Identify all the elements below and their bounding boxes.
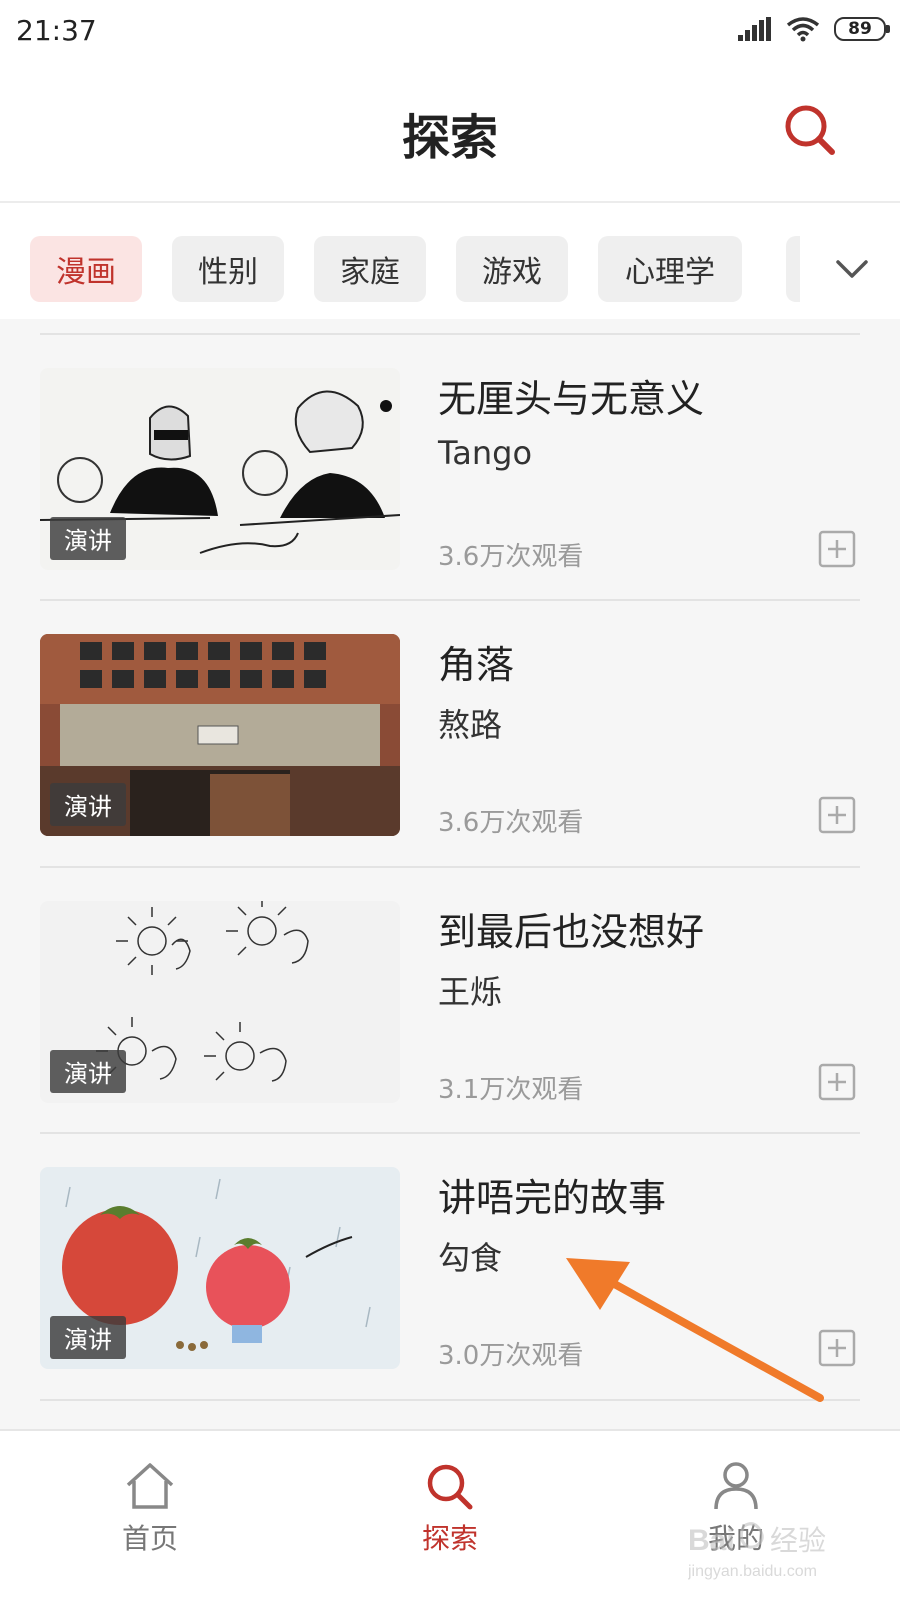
page-title: 探索 (401, 110, 498, 166)
svg-text:经验: 经验 (770, 1524, 826, 1557)
status-icons: 89 (738, 16, 890, 42)
search-icon (427, 1464, 473, 1510)
item-views: 3.1万次观看 (438, 1075, 584, 1105)
battery-indicator: 89 (834, 17, 890, 41)
item-author[interactable]: Tango (438, 434, 532, 472)
search-icon[interactable] (782, 102, 838, 158)
item-author[interactable]: 王烁 (438, 967, 502, 1013)
item-title[interactable]: 角落 (438, 634, 514, 689)
item-views: 3.0万次观看 (438, 1341, 584, 1371)
list-item[interactable]: 演讲 到最后也没想好 王烁 3.1万次观看 (0, 901, 900, 1105)
divider (40, 599, 860, 601)
thumbnail-image: 演讲 (40, 634, 400, 836)
add-icon[interactable] (818, 1063, 856, 1101)
add-icon[interactable] (818, 796, 856, 834)
thumbnail-image: 演讲 (40, 901, 400, 1103)
home-icon (126, 1463, 174, 1509)
category-tabs: 漫画 性别 家庭 游戏 心理学 (0, 203, 900, 319)
item-views: 3.6万次观看 (438, 542, 584, 572)
nav-home[interactable]: 首页 (80, 1461, 220, 1581)
chevron-down-icon[interactable] (832, 248, 872, 288)
thumbnail-image: 演讲 (40, 1167, 400, 1369)
thumbnail-image: 演讲 (40, 368, 400, 570)
item-author[interactable]: 勾食 (438, 1233, 502, 1279)
user-icon (714, 1462, 758, 1510)
svg-text:jingyan.baidu.com: jingyan.baidu.com (688, 1563, 817, 1580)
tab-psychology[interactable]: 心理学 (598, 236, 742, 302)
list-item[interactable]: 演讲 无厘头与无意义 Tango 3.6万次观看 (0, 368, 900, 572)
divider (40, 1399, 860, 1401)
item-views: 3.6万次观看 (438, 808, 584, 838)
nav-explore-label: 探索 (421, 1522, 478, 1555)
item-author[interactable]: 熬路 (438, 700, 502, 746)
status-bar: 21:37 89 (0, 0, 900, 60)
item-title[interactable]: 无厘头与无意义 (438, 368, 704, 423)
watermark-logo: Bai 经验 jingyan.baidu.com (688, 1522, 826, 1580)
tab-gender[interactable]: 性别 (172, 236, 284, 302)
content-list: 演讲 无厘头与无意义 Tango 3.6万次观看 演讲 角落 熬路 3.6万次观… (0, 319, 900, 1429)
tab-family[interactable]: 家庭 (314, 236, 426, 302)
category-badge: 演讲 (50, 1050, 126, 1093)
list-item[interactable]: 演讲 角落 熬路 3.6万次观看 (0, 634, 900, 838)
wifi-icon (786, 17, 820, 42)
nav-explore[interactable]: 探索 (380, 1461, 520, 1581)
divider (40, 333, 860, 335)
divider (40, 866, 860, 868)
divider (40, 1132, 860, 1134)
header: 探索 (0, 60, 900, 203)
category-badge: 演讲 (50, 517, 126, 560)
tab-games[interactable]: 游戏 (456, 236, 568, 302)
add-icon[interactable] (818, 530, 856, 568)
nav-home-label: 首页 (121, 1522, 178, 1555)
category-badge: 演讲 (50, 1316, 126, 1359)
category-badge: 演讲 (50, 783, 126, 826)
item-title[interactable]: 讲唔完的故事 (438, 1167, 666, 1222)
tab-comic[interactable]: 漫画 (30, 236, 142, 302)
signal-icon (738, 17, 771, 41)
status-time: 21:37 (16, 14, 97, 47)
add-icon[interactable] (818, 1329, 856, 1367)
list-item[interactable]: 演讲 讲唔完的故事 勾食 3.0万次观看 (0, 1167, 900, 1371)
tab-overflow (786, 236, 800, 302)
item-title[interactable]: 到最后也没想好 (438, 901, 704, 956)
svg-text:Bai: Bai (688, 1524, 735, 1557)
